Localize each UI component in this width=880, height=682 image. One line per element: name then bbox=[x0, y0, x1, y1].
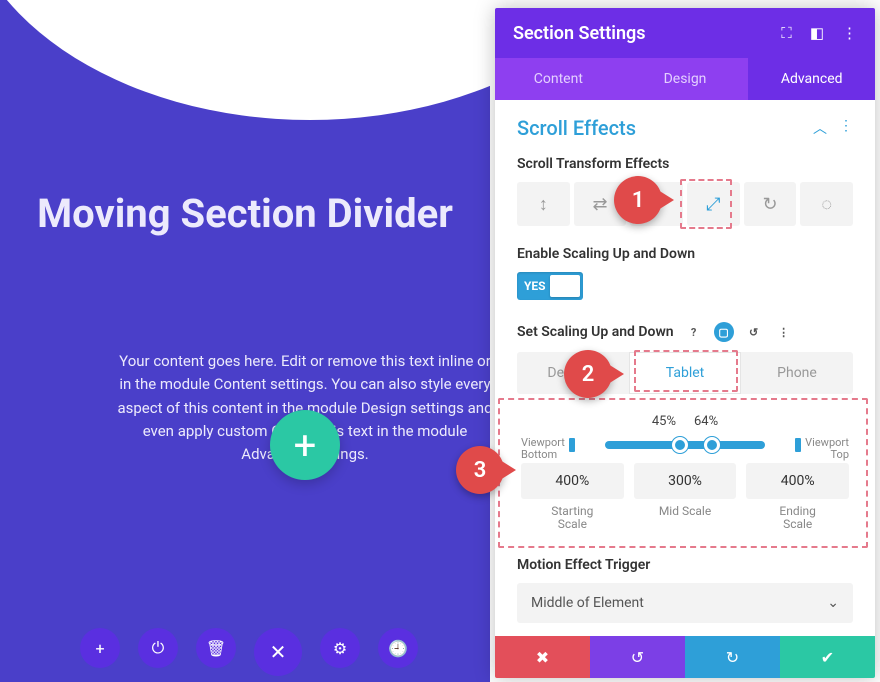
save-button[interactable]: ✔ bbox=[780, 636, 875, 678]
settings-button[interactable]: ⚙ bbox=[320, 628, 360, 668]
discard-button[interactable]: ✖ bbox=[495, 636, 590, 678]
page-canvas: Moving Section Divider Your content goes… bbox=[0, 0, 490, 682]
slider-end-left[interactable] bbox=[569, 438, 575, 452]
kebab-icon[interactable]: ⋮ bbox=[842, 24, 857, 42]
blur-icon: ◌ bbox=[821, 194, 832, 215]
tab-design[interactable]: Design bbox=[622, 58, 749, 100]
history-button[interactable]: 🕘 bbox=[378, 628, 418, 668]
panel-title: Section Settings bbox=[513, 23, 646, 44]
close-button[interactable]: ✕ bbox=[254, 628, 302, 676]
effect-rotate[interactable]: ↻ bbox=[744, 182, 797, 226]
close-icon: ✕ bbox=[270, 640, 287, 664]
scale-slider-track[interactable] bbox=[605, 441, 765, 449]
snap-icon[interactable]: ◧ bbox=[810, 24, 824, 42]
viewport-bottom-l2: Bottom bbox=[521, 449, 565, 461]
power-button[interactable]: ⏻ bbox=[138, 628, 178, 668]
tab-advanced[interactable]: Advanced bbox=[748, 58, 875, 100]
motion-trigger-value: Middle of Element bbox=[531, 595, 644, 611]
clock-icon: 🕘 bbox=[388, 639, 408, 658]
vertical-motion-icon: ↕ bbox=[539, 194, 548, 215]
transform-effects-label: Scroll Transform Effects bbox=[517, 156, 853, 172]
gear-icon: ⚙ bbox=[333, 639, 347, 658]
panel-footer: ✖ ↺ ↻ ✔ bbox=[495, 636, 875, 678]
expand-icon[interactable]: ⛶ bbox=[781, 24, 792, 42]
kebab-icon[interactable]: ⋮ bbox=[774, 322, 794, 342]
transform-effect-buttons: ↕ ⇄ ⎯ ⤢ ↻ ◌ bbox=[517, 182, 853, 226]
callout-2: 2 bbox=[564, 350, 612, 398]
device-phone[interactable]: Phone bbox=[741, 352, 853, 394]
tab-content[interactable]: Content bbox=[495, 58, 622, 100]
slider-end-right[interactable] bbox=[795, 438, 801, 452]
section-heading[interactable]: Scroll Effects bbox=[517, 116, 636, 140]
section-toolbar: + ⏻ 🗑 ✕ ⚙ 🕘 bbox=[80, 628, 418, 676]
ending-scale-caption-l2: Scale bbox=[783, 517, 812, 531]
trash-icon: 🗑 bbox=[206, 639, 226, 658]
power-icon: ⏻ bbox=[152, 638, 165, 658]
kebab-icon[interactable]: ⋮ bbox=[839, 118, 853, 138]
rotate-icon: ↻ bbox=[762, 194, 777, 215]
toggle-knob bbox=[550, 275, 580, 297]
add-button[interactable]: + bbox=[80, 628, 120, 668]
delete-button[interactable]: 🗑 bbox=[196, 628, 236, 668]
set-scaling-label: Set Scaling Up and Down bbox=[517, 324, 674, 340]
callout-3: 3 bbox=[456, 446, 504, 494]
chevron-up-icon[interactable]: ︿ bbox=[813, 118, 827, 138]
responsive-icon[interactable]: ▢ bbox=[714, 322, 734, 342]
check-icon: ✔ bbox=[821, 648, 834, 667]
viewport-top-l2: Top bbox=[805, 449, 849, 461]
scale-editor: 45% 64% Viewport Bottom Viewp bbox=[517, 404, 853, 545]
undo-icon: ↺ bbox=[631, 648, 644, 667]
section-title: Moving Section Divider bbox=[0, 190, 490, 237]
panel-body: Scroll Effects ︿ ⋮ Scroll Transform Effe… bbox=[495, 100, 875, 636]
settings-panel: Section Settings ⛶ ◧ ⋮ Content Design Ad… bbox=[495, 8, 875, 678]
device-tablet[interactable]: Tablet bbox=[629, 352, 741, 394]
ending-scale-input[interactable]: 400% bbox=[746, 463, 849, 499]
mid2-percent: 64% bbox=[694, 414, 718, 429]
effect-vertical[interactable]: ↕ bbox=[517, 182, 570, 226]
effect-blur[interactable]: ◌ bbox=[800, 182, 853, 226]
panel-tabs: Content Design Advanced bbox=[495, 58, 875, 100]
add-module-fab[interactable]: + bbox=[270, 410, 340, 480]
reset-icon[interactable]: ↺ bbox=[744, 322, 764, 342]
motion-trigger-select[interactable]: Middle of Element ⌄ bbox=[517, 583, 853, 623]
callout-1: 1 bbox=[614, 176, 662, 224]
enable-scaling-toggle[interactable]: YES bbox=[517, 272, 583, 300]
panel-header: Section Settings ⛶ ◧ ⋮ bbox=[495, 8, 875, 58]
redo-button[interactable]: ↻ bbox=[685, 636, 780, 678]
close-icon: ✖ bbox=[536, 648, 549, 667]
horizontal-motion-icon: ⇄ bbox=[592, 194, 607, 215]
divider-curve bbox=[0, 0, 490, 120]
mid-scale-input[interactable]: 300% bbox=[634, 463, 737, 499]
slider-knob-start[interactable] bbox=[672, 437, 688, 453]
redo-icon: ↻ bbox=[726, 648, 739, 667]
mid1-percent: 45% bbox=[652, 414, 676, 429]
scale-icon: ⤢ bbox=[706, 194, 720, 215]
undo-button[interactable]: ↺ bbox=[590, 636, 685, 678]
mid-scale-caption: Mid Scale bbox=[634, 505, 737, 518]
toggle-yes-label: YES bbox=[524, 279, 546, 293]
starting-scale-caption-l1: Starting bbox=[551, 504, 593, 518]
ending-scale-caption-l1: Ending bbox=[779, 504, 816, 518]
enable-scaling-label: Enable Scaling Up and Down bbox=[517, 246, 853, 262]
starting-scale-caption-l2: Scale bbox=[558, 517, 587, 531]
help-icon[interactable]: ? bbox=[684, 322, 704, 342]
starting-scale-input[interactable]: 400% bbox=[521, 463, 624, 499]
motion-trigger-label: Motion Effect Trigger bbox=[517, 557, 853, 573]
plus-icon: + bbox=[294, 422, 317, 469]
select-caret-icon: ⌄ bbox=[827, 595, 839, 611]
plus-icon: + bbox=[95, 639, 104, 658]
slider-knob-end[interactable] bbox=[704, 437, 720, 453]
effect-scale[interactable]: ⤢ bbox=[687, 182, 740, 226]
